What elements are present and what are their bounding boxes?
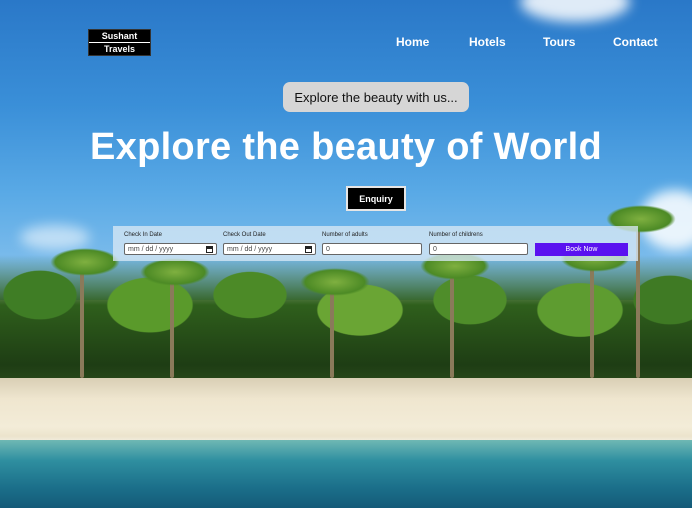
adults-value: 0 — [326, 245, 330, 253]
palm-trunk — [450, 263, 454, 378]
adults-label: Number of adults — [322, 232, 368, 238]
checkin-label: Check In Date — [124, 232, 163, 238]
checkin-placeholder: mm / dd / yyyy — [128, 245, 174, 253]
adults-number-input[interactable]: 0 — [322, 243, 422, 255]
nav-link-tours[interactable]: Tours — [543, 35, 575, 49]
checkout-label: Check Out Date — [223, 232, 266, 238]
children-label: Number of childrens — [429, 232, 483, 238]
checkin-field: Check In Date mm / dd / yyyy — [124, 232, 217, 255]
children-value: 0 — [433, 245, 437, 253]
calendar-icon[interactable] — [305, 245, 312, 253]
palm-fronds — [50, 248, 120, 276]
hero-tagline-pill: Explore the beauty with us... — [283, 82, 469, 112]
checkout-field: Check Out Date mm / dd / yyyy — [223, 232, 316, 255]
checkout-date-input[interactable]: mm / dd / yyyy — [223, 243, 316, 255]
adults-field: Number of adults 0 — [322, 232, 422, 255]
checkout-placeholder: mm / dd / yyyy — [227, 245, 273, 253]
sea-water — [0, 440, 692, 508]
hero-headline: Explore the beauty of World — [89, 126, 602, 168]
palm-fronds — [300, 268, 370, 296]
nav-link-hotels[interactable]: Hotels — [469, 35, 506, 49]
children-number-input[interactable]: 0 — [429, 243, 528, 255]
cloud — [20, 225, 90, 250]
nav-link-home[interactable]: Home — [396, 35, 429, 49]
palm-fronds — [140, 258, 210, 286]
palm-trunk — [80, 258, 84, 378]
main-nav: Home Hotels Tours Contact — [0, 35, 692, 51]
enquiry-button[interactable]: Enquiry — [346, 186, 406, 211]
booking-form: Check In Date mm / dd / yyyy Check Out D… — [113, 226, 638, 261]
checkin-date-input[interactable]: mm / dd / yyyy — [124, 243, 217, 255]
book-now-button[interactable]: Book Now — [535, 243, 628, 256]
children-field: Number of childrens 0 — [429, 232, 528, 255]
calendar-icon[interactable] — [206, 245, 213, 253]
nav-link-contact[interactable]: Contact — [613, 35, 658, 49]
